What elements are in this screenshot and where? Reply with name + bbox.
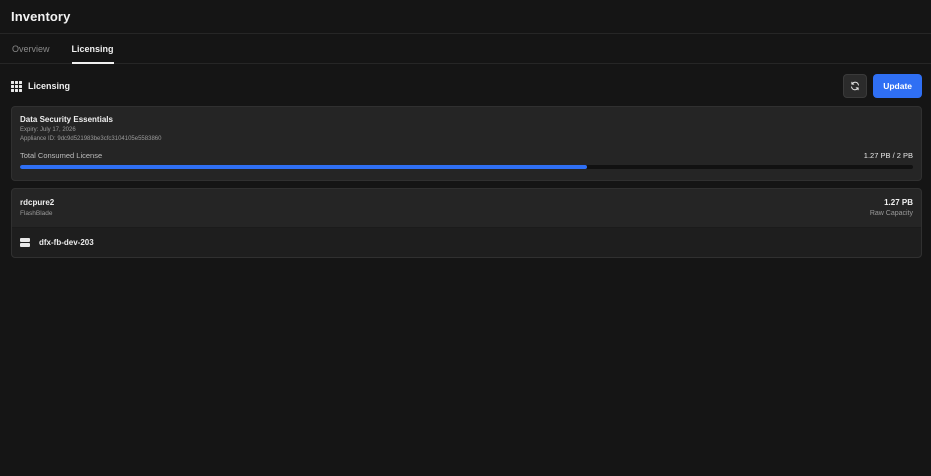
device-capacity-label: Raw Capacity bbox=[869, 210, 913, 217]
device-type: FlashBlade bbox=[20, 210, 53, 217]
grid-icon bbox=[11, 80, 22, 92]
tab-licensing[interactable]: Licensing bbox=[71, 34, 114, 64]
tab-overview[interactable]: Overview bbox=[12, 34, 50, 63]
consumed-value: 1.27 PB / 2 PB bbox=[863, 151, 913, 161]
license-expiry: Expiry: July 17, 2026 bbox=[20, 127, 76, 133]
device-capacity: 1.27 PB bbox=[884, 198, 913, 207]
section-title-group: Licensing bbox=[11, 80, 71, 92]
device-header: rdcpure2 FlashBlade 1.27 PB Raw Capacity bbox=[12, 189, 921, 228]
device-card: rdcpure2 FlashBlade 1.27 PB Raw Capacity… bbox=[11, 188, 922, 258]
page-title: Inventory bbox=[11, 9, 71, 24]
device-name: rdcpure2 bbox=[20, 198, 55, 207]
consumed-row: Total Consumed License 1.27 PB / 2 PB bbox=[20, 151, 913, 160]
section-actions: Update bbox=[843, 74, 922, 98]
host-name: dfx-fb-dev-203 bbox=[39, 238, 94, 247]
page-header: Inventory bbox=[0, 0, 931, 34]
license-progress-fill bbox=[20, 165, 588, 170]
appliance-id: Appliance ID: 9dc9d521983be3cfc3104105e5… bbox=[20, 136, 162, 143]
host-row[interactable]: dfx-fb-dev-203 bbox=[12, 228, 921, 257]
tab-bar: Overview Licensing bbox=[0, 34, 931, 64]
refresh-icon bbox=[851, 81, 860, 91]
device-capacity-group: 1.27 PB Raw Capacity bbox=[870, 198, 913, 217]
consumed-label: Total Consumed License bbox=[20, 151, 103, 161]
update-button[interactable]: Update bbox=[873, 74, 922, 98]
refresh-button[interactable] bbox=[843, 74, 868, 98]
section-title: Licensing bbox=[28, 81, 71, 91]
inventory-app: Inventory Overview Licensing Licensing U… bbox=[0, 0, 931, 476]
license-name: Data Security Essentials bbox=[20, 115, 113, 124]
licensing-section-header: Licensing Update bbox=[0, 66, 931, 106]
license-progress-bar bbox=[20, 165, 913, 170]
server-icon bbox=[20, 238, 30, 247]
device-info: rdcpure2 FlashBlade bbox=[20, 198, 54, 217]
license-card: Data Security Essentials Expiry: July 17… bbox=[11, 106, 922, 181]
